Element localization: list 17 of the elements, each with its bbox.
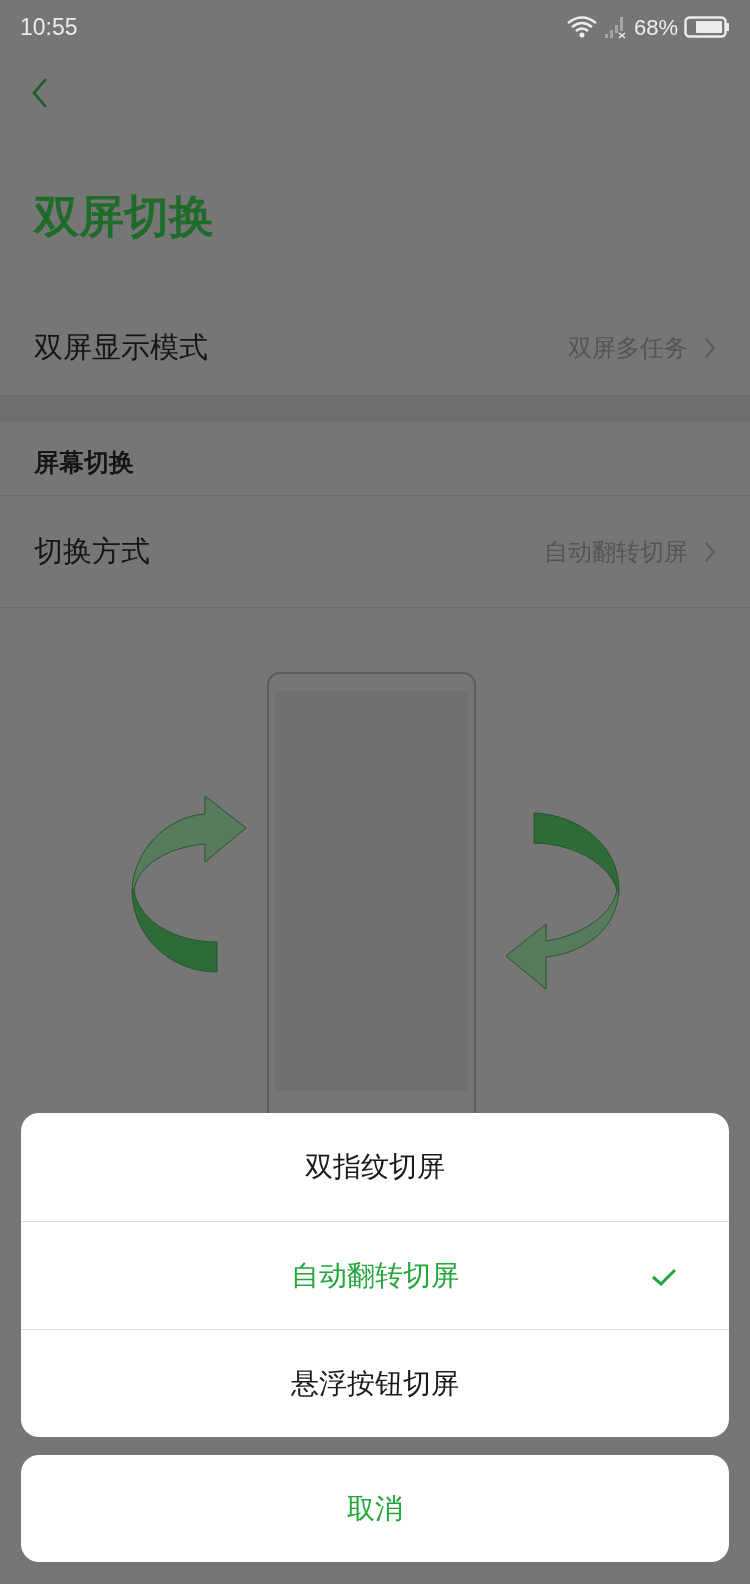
status-time: 10:55: [20, 12, 78, 42]
option-item[interactable]: 双指纹切屏: [21, 1113, 729, 1221]
checkmark-icon: [651, 1267, 677, 1287]
cancel-button[interactable]: 取消: [21, 1455, 729, 1562]
signal-icon: [603, 15, 628, 39]
battery-icon: [684, 16, 730, 38]
wifi-icon: [565, 15, 598, 39]
battery-percentage: 68%: [633, 13, 678, 42]
chevron-right-icon: [704, 336, 716, 359]
setting-label: 双屏显示模式: [34, 329, 208, 365]
back-icon[interactable]: [30, 77, 50, 109]
setting-label: 切换方式: [34, 533, 150, 569]
page-title: 双屏切换: [34, 193, 214, 239]
option-item[interactable]: 悬浮按钮切屏: [21, 1329, 729, 1437]
option-item[interactable]: 自动翻转切屏: [21, 1221, 729, 1329]
section-header: 屏幕切换: [34, 446, 134, 478]
chevron-right-icon: [704, 540, 716, 563]
